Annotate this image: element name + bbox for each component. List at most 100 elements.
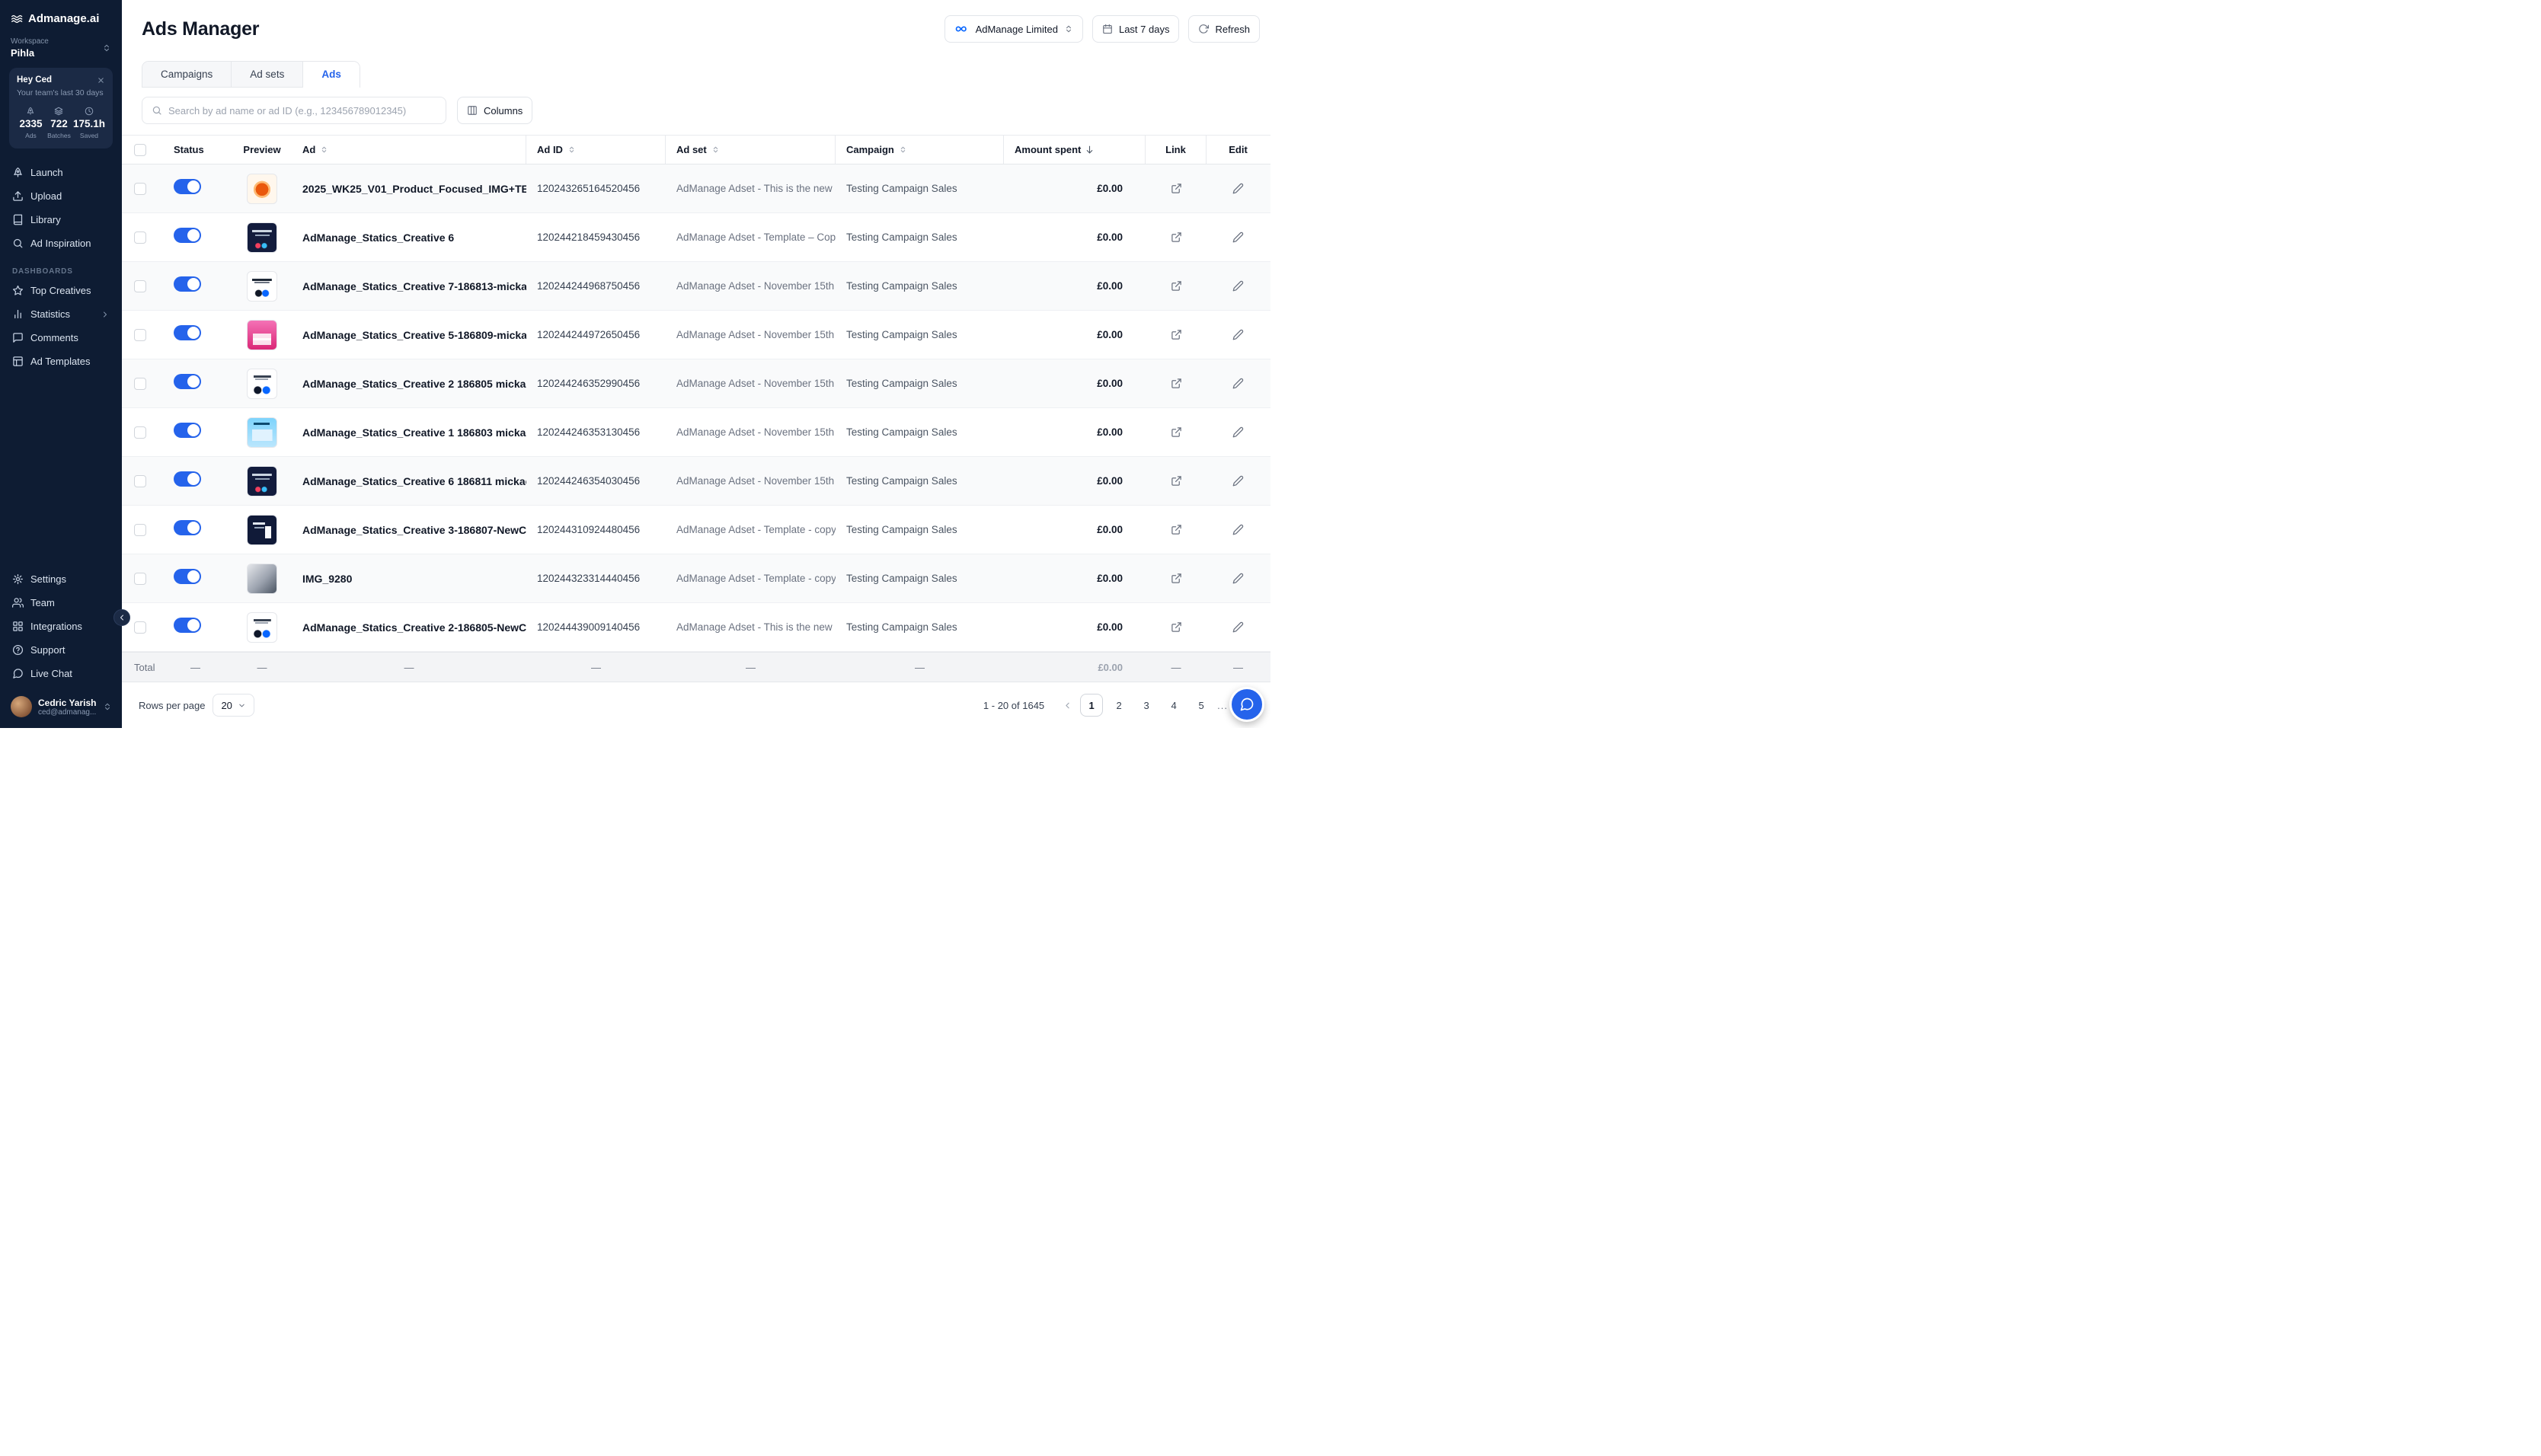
user-menu[interactable]: Cedric Yarish ced@admanag... [9, 693, 113, 720]
edit-icon[interactable] [1232, 426, 1244, 438]
column-header-campaign[interactable]: Campaign [836, 136, 1004, 164]
page-button-2[interactable]: 2 [1107, 694, 1130, 717]
search-input[interactable] [168, 105, 436, 117]
close-icon[interactable] [97, 76, 105, 85]
external-link-icon[interactable] [1171, 231, 1182, 243]
status-toggle[interactable] [174, 179, 201, 194]
column-header-ad[interactable]: Ad [292, 136, 526, 164]
tab-campaigns[interactable]: Campaigns [142, 62, 232, 88]
row-checkbox[interactable] [134, 231, 146, 244]
sidebar-item-upload[interactable]: Upload [9, 184, 113, 208]
ad-thumbnail[interactable] [247, 417, 277, 448]
ad-thumbnail[interactable] [247, 174, 277, 204]
row-checkbox[interactable] [134, 426, 146, 439]
edit-icon[interactable] [1232, 329, 1244, 340]
ad-thumbnail[interactable] [247, 222, 277, 253]
ad-thumbnail[interactable] [247, 271, 277, 302]
page-button-5[interactable]: 5 [1190, 694, 1213, 717]
row-checkbox[interactable] [134, 183, 146, 195]
previous-page-button[interactable] [1060, 698, 1076, 714]
page-button-4[interactable]: 4 [1162, 694, 1185, 717]
ad-thumbnail[interactable] [247, 564, 277, 594]
row-checkbox[interactable] [134, 573, 146, 585]
sidebar-item-library[interactable]: Library [9, 208, 113, 231]
status-toggle[interactable] [174, 374, 201, 389]
sidebar-item-top-creatives[interactable]: Top Creatives [9, 279, 113, 302]
page-button-1[interactable]: 1 [1080, 694, 1103, 717]
sidebar-item-support[interactable]: Support [9, 638, 113, 662]
workspace-switcher[interactable]: Workspace Pihla [9, 37, 113, 59]
columns-label: Columns [484, 105, 523, 117]
columns-button[interactable]: Columns [457, 97, 532, 124]
status-toggle[interactable] [174, 423, 201, 438]
status-toggle[interactable] [174, 325, 201, 340]
ad-thumbnail[interactable] [247, 369, 277, 399]
status-toggle[interactable] [174, 228, 201, 243]
external-link-icon[interactable] [1171, 378, 1182, 389]
row-checkbox[interactable] [134, 475, 146, 487]
ad-thumbnail[interactable] [247, 320, 277, 350]
row-checkbox[interactable] [134, 378, 146, 390]
table-row: AdManage_Statics_Creative 7-186813-micka… [122, 262, 1270, 311]
column-header-ad-set[interactable]: Ad set [666, 136, 836, 164]
column-header-amount-spent[interactable]: Amount spent [1004, 136, 1146, 164]
sidebar-item-launch[interactable]: Launch [9, 161, 113, 184]
row-checkbox[interactable] [134, 280, 146, 292]
ad-thumbnail[interactable] [247, 466, 277, 497]
external-link-icon[interactable] [1171, 280, 1182, 292]
row-checkbox[interactable] [134, 621, 146, 634]
sidebar-item-team[interactable]: Team [9, 591, 113, 615]
ad-set: AdManage Adset - This is the new a [666, 621, 836, 633]
user-email: ced@admanag... [38, 708, 97, 717]
edit-icon[interactable] [1232, 621, 1244, 633]
chat-icon [12, 668, 24, 679]
chat-fab[interactable] [1229, 687, 1264, 722]
chevron-up-down-icon [103, 702, 112, 711]
row-checkbox[interactable] [134, 329, 146, 341]
edit-icon[interactable] [1232, 183, 1244, 194]
page-button-3[interactable]: 3 [1135, 694, 1158, 717]
date-range-button[interactable]: Last 7 days [1092, 15, 1180, 43]
external-link-icon[interactable] [1171, 183, 1182, 194]
edit-icon[interactable] [1232, 573, 1244, 584]
external-link-icon[interactable] [1171, 426, 1182, 438]
campaign: Testing Campaign Sales [836, 426, 1004, 438]
status-toggle[interactable] [174, 471, 201, 487]
tab-ads[interactable]: Ads [303, 62, 360, 88]
refresh-button[interactable]: Refresh [1188, 15, 1260, 43]
sidebar-item-live-chat[interactable]: Live Chat [9, 662, 113, 685]
sidebar-item-integrations[interactable]: Integrations [9, 615, 113, 638]
external-link-icon[interactable] [1171, 475, 1182, 487]
status-toggle[interactable] [174, 276, 201, 292]
status-toggle[interactable] [174, 618, 201, 633]
edit-icon[interactable] [1232, 524, 1244, 535]
external-link-icon[interactable] [1171, 329, 1182, 340]
sidebar-item-settings[interactable]: Settings [9, 567, 113, 591]
external-link-icon[interactable] [1171, 621, 1182, 633]
tab-ad-sets[interactable]: Ad sets [232, 62, 303, 88]
meta-infinity-icon [954, 21, 970, 37]
row-checkbox[interactable] [134, 524, 146, 536]
edit-icon[interactable] [1232, 231, 1244, 243]
account-selector[interactable]: AdManage Limited [944, 15, 1083, 43]
sidebar-item-comments[interactable]: Comments [9, 326, 113, 350]
ad-thumbnail[interactable] [247, 515, 277, 545]
status-toggle[interactable] [174, 569, 201, 584]
edit-icon[interactable] [1232, 475, 1244, 487]
sidebar-item-ad-templates[interactable]: Ad Templates [9, 350, 113, 373]
external-link-icon[interactable] [1171, 524, 1182, 535]
edit-icon[interactable] [1232, 280, 1244, 292]
sidebar-collapse-button[interactable] [113, 609, 130, 626]
select-all-checkbox[interactable] [134, 144, 146, 156]
ad-thumbnail[interactable] [247, 612, 277, 643]
status-toggle[interactable] [174, 520, 201, 535]
ad-id: 120244244968750456 [526, 280, 666, 292]
rows-per-page-label: Rows per page [139, 700, 205, 711]
external-link-icon[interactable] [1171, 573, 1182, 584]
rows-per-page-select[interactable]: 20 [213, 694, 254, 717]
column-header-ad-id[interactable]: Ad ID [526, 136, 666, 164]
sidebar-item-statistics[interactable]: Statistics [9, 302, 113, 326]
sidebar-item-ad-inspiration[interactable]: Ad Inspiration [9, 231, 113, 255]
total-campaign: — [836, 662, 1004, 673]
edit-icon[interactable] [1232, 378, 1244, 389]
